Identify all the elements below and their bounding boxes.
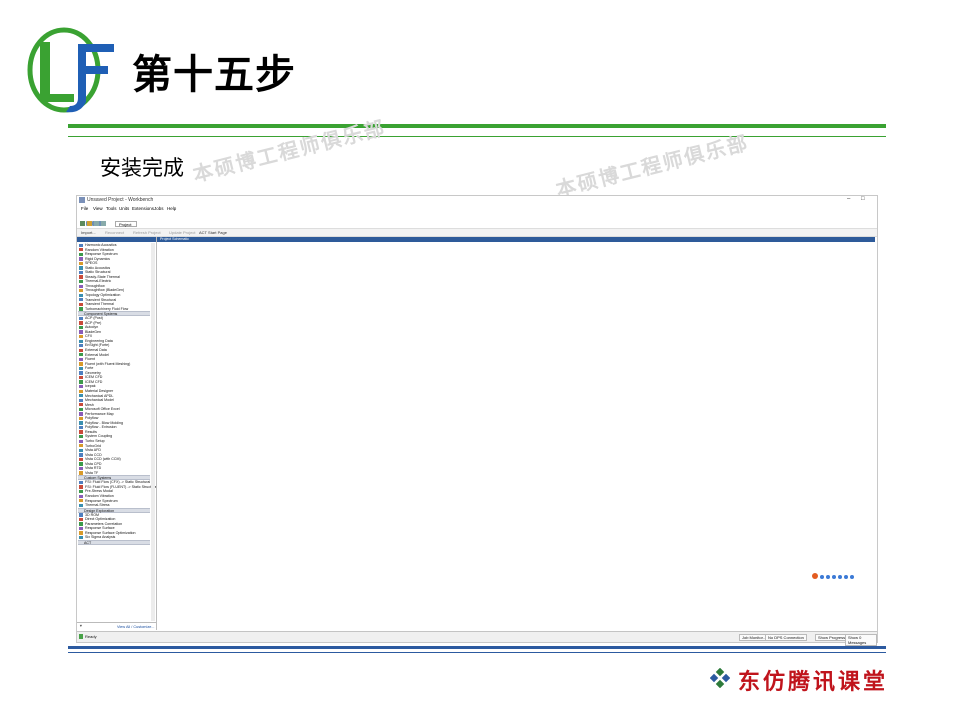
top-divider-thick: [68, 124, 886, 128]
bottom-divider-thin: [68, 652, 886, 653]
bottom-divider-thick: [68, 646, 886, 649]
ime-voice-icon[interactable]: [832, 575, 836, 579]
window-titlebar: Unsaved Project - Workbench – □: [77, 196, 877, 205]
show-messages-button[interactable]: Show 0 Messages: [845, 634, 877, 646]
ime-toolbar[interactable]: [812, 566, 856, 579]
toolbox-item[interactable]: Six Sigma Analysis: [78, 535, 150, 540]
menu-jobs[interactable]: Jobs: [154, 206, 164, 211]
update-project-button[interactable]: Update Project: [169, 230, 195, 235]
maximize-button[interactable]: □: [861, 196, 865, 202]
status-ready: Ready: [85, 634, 97, 639]
toolbox-group-act[interactable]: ACT: [78, 539, 150, 545]
save-project-icon[interactable]: [94, 221, 99, 226]
top-divider-thin: [68, 136, 886, 137]
toolbox-panel: Harmonic Acoustics Random Vibration Respon…: [77, 237, 157, 630]
minimize-button[interactable]: –: [847, 196, 850, 202]
save-as-project-icon[interactable]: [101, 221, 106, 226]
window-title: Unsaved Project - Workbench: [87, 197, 154, 203]
act-start-page-button[interactable]: ACT Start Page: [199, 230, 227, 235]
toolbox-list: Harmonic Acoustics Random Vibration Respon…: [78, 243, 156, 545]
filter-icon[interactable]: ▼: [79, 624, 83, 628]
status-bar: Ready Job Monitor... No DPS Connection S…: [77, 631, 877, 646]
menu-help[interactable]: Help: [167, 206, 176, 211]
toolbox-footer: ▼ View All / Customize...: [77, 622, 156, 630]
tab-project[interactable]: Project: [115, 221, 137, 227]
menu-file[interactable]: File: [81, 206, 88, 211]
ime-logo-icon[interactable]: [812, 573, 818, 579]
quick-access-icons: [80, 213, 104, 226]
ime-mode-icon[interactable]: [820, 575, 824, 579]
ime-punct-icon[interactable]: [826, 575, 830, 579]
project-toolbar: Import... Reconnect Refresh Project Upda…: [77, 229, 877, 237]
brand-name: 东仿腾讯课堂: [738, 670, 889, 695]
menu-extensions[interactable]: Extensions: [132, 206, 154, 211]
workbench-window: Unsaved Project - Workbench – □ File Vie…: [76, 195, 878, 646]
view-all-customize-link[interactable]: View All / Customize...: [117, 625, 155, 629]
app-icon: [79, 197, 85, 203]
show-progress-button[interactable]: Show Progress: [815, 634, 849, 641]
ime-tools-icon[interactable]: [850, 575, 854, 579]
menu-units[interactable]: Units: [119, 206, 129, 211]
new-project-icon[interactable]: [80, 221, 85, 226]
ime-skin-icon[interactable]: [844, 575, 848, 579]
project-schematic-area[interactable]: [157, 242, 875, 630]
refresh-project-button[interactable]: Refresh Project: [133, 230, 161, 235]
diamond-cluster-icon: [710, 668, 730, 688]
toolbox-item[interactable]: Turbomachinery Fluid Flow: [78, 307, 150, 312]
toolbox-scrollbar[interactable]: [151, 243, 155, 621]
menu-bar: File View Tools Units Extensions Jobs He…: [77, 205, 877, 212]
ime-keyboard-icon[interactable]: [838, 575, 842, 579]
watermark: 本硕博工程师俱乐部: [553, 130, 752, 202]
dps-connection-button[interactable]: No DPS Connection: [765, 634, 807, 641]
watermark: 本硕博工程师俱乐部: [190, 115, 389, 187]
toolbox-header: [77, 237, 156, 242]
menu-view[interactable]: View: [93, 206, 103, 211]
toolbox-item[interactable]: Vista TF: [78, 471, 150, 476]
lf-logo: [27, 27, 114, 113]
tab-bar: Project: [77, 220, 877, 229]
reconnect-button[interactable]: Reconnect: [105, 230, 124, 235]
ready-status-icon: [79, 634, 83, 639]
slide-title: 第十五步: [132, 52, 296, 98]
slide-subtitle: 安装完成: [100, 156, 184, 180]
menu-tools[interactable]: Tools: [106, 206, 117, 211]
toolbox-item[interactable]: Thermal-Stress: [78, 503, 150, 508]
import-button[interactable]: Import...: [81, 230, 96, 235]
open-project-icon[interactable]: [87, 221, 92, 226]
